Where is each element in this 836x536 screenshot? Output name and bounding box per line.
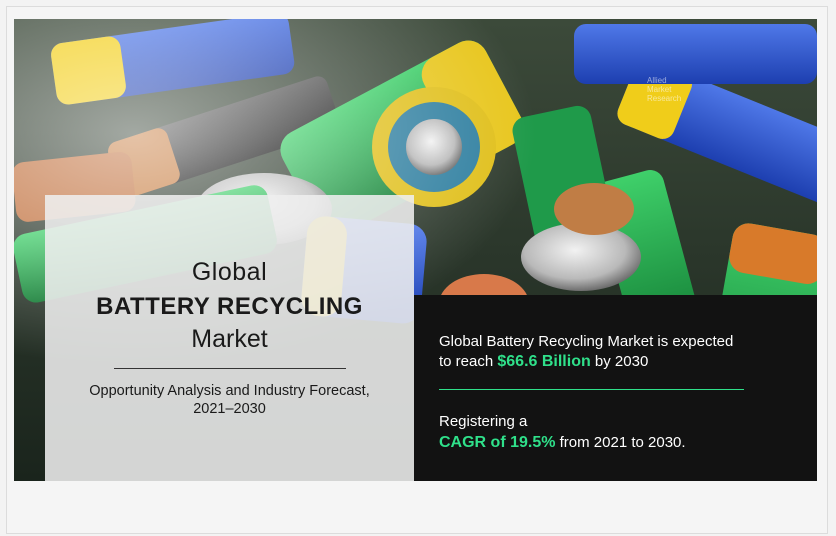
watermark-logo: Allied Market Research bbox=[647, 76, 717, 103]
stat-line-3: Registering a bbox=[439, 413, 528, 430]
stat-line-2-prefix: to reach bbox=[439, 353, 498, 370]
stat-line-2: to reach $66.6 Billion by 2030 bbox=[439, 353, 648, 371]
cagr-value: CAGR of 19.5% bbox=[439, 434, 556, 451]
stats-panel: Global Battery Recycling Market is expec… bbox=[414, 295, 817, 481]
subtitle-line-2: 2021–2030 bbox=[193, 401, 266, 417]
battery-recycling-banner: Allied Market Research Global BATTERY RE… bbox=[14, 19, 817, 481]
subtitle-line-1: Opportunity Analysis and Industry Foreca… bbox=[89, 383, 370, 399]
title-divider bbox=[113, 368, 346, 369]
title-global: Global bbox=[191, 258, 268, 286]
title-market: Market bbox=[191, 325, 268, 353]
watermark-line: Allied bbox=[647, 76, 667, 85]
watermark-line: Research bbox=[647, 94, 682, 103]
watermark-line: Market bbox=[647, 85, 672, 94]
stat-line-4-suffix: from 2021 to 2030. bbox=[555, 434, 686, 451]
stats-divider bbox=[439, 389, 744, 390]
market-value: $66.6 Billion bbox=[497, 353, 591, 370]
title-main: BATTERY RECYCLING bbox=[96, 293, 363, 320]
title-panel: Global BATTERY RECYCLING Market Opportun… bbox=[45, 195, 414, 481]
stat-line-1: Global Battery Recycling Market is expec… bbox=[439, 333, 734, 350]
stat-line-4: CAGR of 19.5% from 2021 to 2030. bbox=[439, 434, 686, 452]
stat-line-2-suffix: by 2030 bbox=[590, 353, 649, 370]
